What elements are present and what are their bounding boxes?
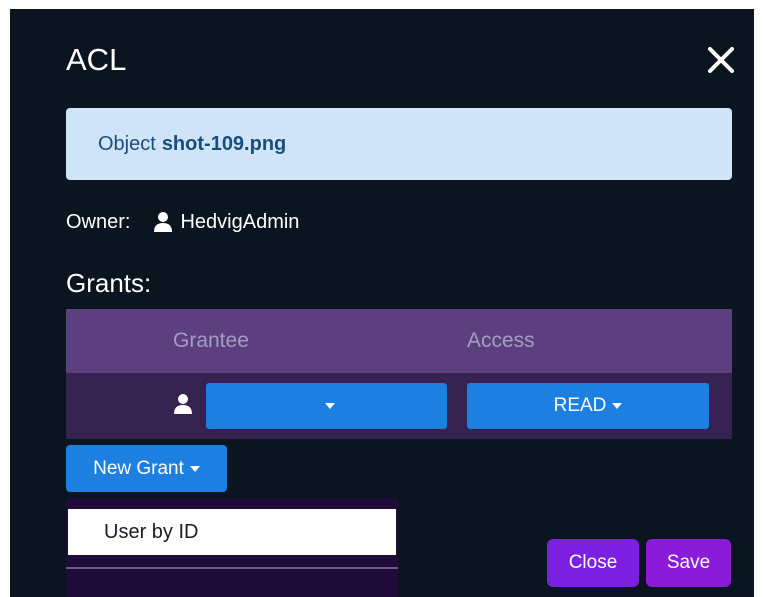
object-prefix: Object: [98, 132, 156, 155]
owner-name: HedvigAdmin: [180, 210, 300, 233]
table-row: READ: [66, 373, 732, 439]
menu-item-user-by-id[interactable]: User by ID: [68, 509, 396, 555]
column-header-grantee: Grantee: [173, 329, 249, 352]
close-button[interactable]: Close: [547, 539, 639, 587]
new-grant-button[interactable]: New Grant: [66, 445, 227, 492]
menu-divider: [66, 567, 398, 569]
access-select[interactable]: READ: [467, 383, 709, 429]
user-icon: [152, 211, 174, 233]
new-grant-dropdown-menu: User by ID: [66, 498, 398, 597]
object-name: shot-109.png: [161, 132, 287, 155]
acl-dialog: ACL Object shot-109.png Owner: HedvigAdm…: [10, 9, 754, 597]
new-grant-label: New Grant: [93, 457, 184, 479]
grants-heading: Grants:: [66, 268, 152, 298]
grantee-select[interactable]: [206, 383, 447, 429]
caret-down-icon: [189, 465, 200, 472]
user-icon: [172, 393, 194, 420]
grants-table-header: Grantee Access: [66, 309, 732, 373]
close-icon[interactable]: [706, 45, 736, 75]
dialog-title: ACL: [66, 42, 127, 77]
save-button[interactable]: Save: [646, 539, 731, 587]
object-info-alert: Object shot-109.png: [66, 108, 732, 180]
caret-down-icon: [324, 403, 335, 409]
access-value: READ: [553, 395, 607, 416]
owner-row: Owner: HedvigAdmin: [66, 207, 299, 237]
caret-down-icon: [612, 403, 623, 409]
owner-label: Owner:: [66, 210, 131, 233]
column-header-access: Access: [467, 329, 535, 352]
